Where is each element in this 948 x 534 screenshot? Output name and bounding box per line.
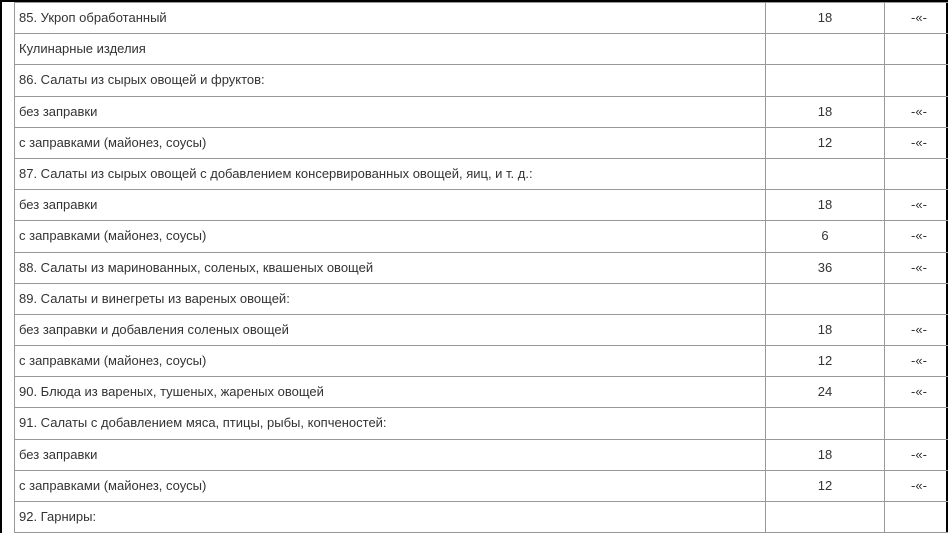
- cell-ditto: [885, 283, 948, 314]
- cell-name: Кулинарные изделия: [15, 34, 766, 65]
- table-row: Кулинарные изделия: [15, 34, 948, 65]
- table-row: 91. Салаты с добавлением мяса, птицы, ры…: [15, 408, 948, 439]
- table-row: 89. Салаты и винегреты из вареных овощей…: [15, 283, 948, 314]
- table-row: с заправками (майонез, соусы)12-«-: [15, 470, 948, 501]
- cell-hours: [766, 408, 885, 439]
- cell-ditto: -«-: [885, 96, 948, 127]
- cell-name: с заправками (майонез, соусы): [15, 221, 766, 252]
- table-row: 85. Укроп обработанный18-«-: [15, 3, 948, 34]
- shelf-life-table: 85. Укроп обработанный18-«-Кулинарные из…: [14, 2, 948, 533]
- table-row: 87. Салаты из сырых овощей с добавлением…: [15, 158, 948, 189]
- cell-name: 88. Салаты из маринованных, соленых, ква…: [15, 252, 766, 283]
- cell-name: 87. Салаты из сырых овощей с добавлением…: [15, 158, 766, 189]
- cell-ditto: -«-: [885, 190, 948, 221]
- cell-hours: 18: [766, 314, 885, 345]
- cell-ditto: -«-: [885, 377, 948, 408]
- cell-name: с заправками (майонез, соусы): [15, 127, 766, 158]
- cell-name: с заправками (майонез, соусы): [15, 346, 766, 377]
- cell-name: 85. Укроп обработанный: [15, 3, 766, 34]
- cell-hours: 18: [766, 190, 885, 221]
- cell-hours: 12: [766, 127, 885, 158]
- cell-hours: 18: [766, 96, 885, 127]
- cell-hours: 6: [766, 221, 885, 252]
- cell-name: без заправки и добавления соленых овощей: [15, 314, 766, 345]
- cell-name: без заправки: [15, 439, 766, 470]
- cell-ditto: -«-: [885, 252, 948, 283]
- cell-name: без заправки: [15, 190, 766, 221]
- table-row: 88. Салаты из маринованных, соленых, ква…: [15, 252, 948, 283]
- cell-ditto: -«-: [885, 470, 948, 501]
- cell-hours: [766, 34, 885, 65]
- document-page: 85. Укроп обработанный18-«-Кулинарные из…: [0, 0, 948, 533]
- cell-ditto: -«-: [885, 314, 948, 345]
- cell-ditto: [885, 158, 948, 189]
- cell-hours: 12: [766, 346, 885, 377]
- cell-ditto: -«-: [885, 439, 948, 470]
- cell-name: 86. Салаты из сырых овощей и фруктов:: [15, 65, 766, 96]
- cell-hours: [766, 283, 885, 314]
- cell-hours: [766, 158, 885, 189]
- table-row: 92. Гарниры:: [15, 502, 948, 533]
- table-row: без заправки18-«-: [15, 190, 948, 221]
- cell-hours: [766, 65, 885, 96]
- cell-ditto: -«-: [885, 346, 948, 377]
- table-row: с заправками (майонез, соусы)12-«-: [15, 127, 948, 158]
- cell-ditto: -«-: [885, 127, 948, 158]
- cell-hours: 24: [766, 377, 885, 408]
- cell-name: без заправки: [15, 96, 766, 127]
- cell-ditto: -«-: [885, 221, 948, 252]
- cell-name: 91. Салаты с добавлением мяса, птицы, ры…: [15, 408, 766, 439]
- table-row: с заправками (майонез, соусы)6-«-: [15, 221, 948, 252]
- cell-ditto: [885, 65, 948, 96]
- table-row: без заправки18-«-: [15, 96, 948, 127]
- cell-name: 92. Гарниры:: [15, 502, 766, 533]
- table-row: с заправками (майонез, соусы)12-«-: [15, 346, 948, 377]
- cell-hours: 36: [766, 252, 885, 283]
- cell-hours: 18: [766, 439, 885, 470]
- table-body: 85. Укроп обработанный18-«-Кулинарные из…: [15, 3, 948, 533]
- cell-hours: 12: [766, 470, 885, 501]
- cell-ditto: [885, 502, 948, 533]
- cell-name: с заправками (майонез, соусы): [15, 470, 766, 501]
- cell-ditto: [885, 408, 948, 439]
- cell-ditto: [885, 34, 948, 65]
- cell-name: 90. Блюда из вареных, тушеных, жареных о…: [15, 377, 766, 408]
- table-row: без заправки и добавления соленых овощей…: [15, 314, 948, 345]
- cell-hours: 18: [766, 3, 885, 34]
- table-row: 86. Салаты из сырых овощей и фруктов:: [15, 65, 948, 96]
- cell-hours: [766, 502, 885, 533]
- table-row: 90. Блюда из вареных, тушеных, жареных о…: [15, 377, 948, 408]
- cell-name: 89. Салаты и винегреты из вареных овощей…: [15, 283, 766, 314]
- cell-ditto: -«-: [885, 3, 948, 34]
- table-row: без заправки18-«-: [15, 439, 948, 470]
